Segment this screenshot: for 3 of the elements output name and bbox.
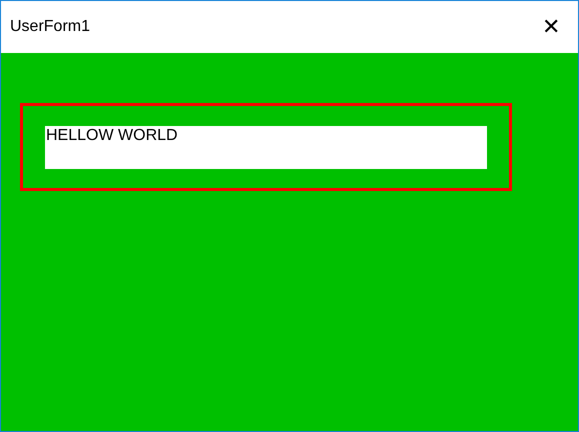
text-field[interactable]: HELLOW WORLD [45,126,487,169]
close-button[interactable]: ✕ [538,16,564,38]
window-title: UserForm1 [10,17,90,37]
